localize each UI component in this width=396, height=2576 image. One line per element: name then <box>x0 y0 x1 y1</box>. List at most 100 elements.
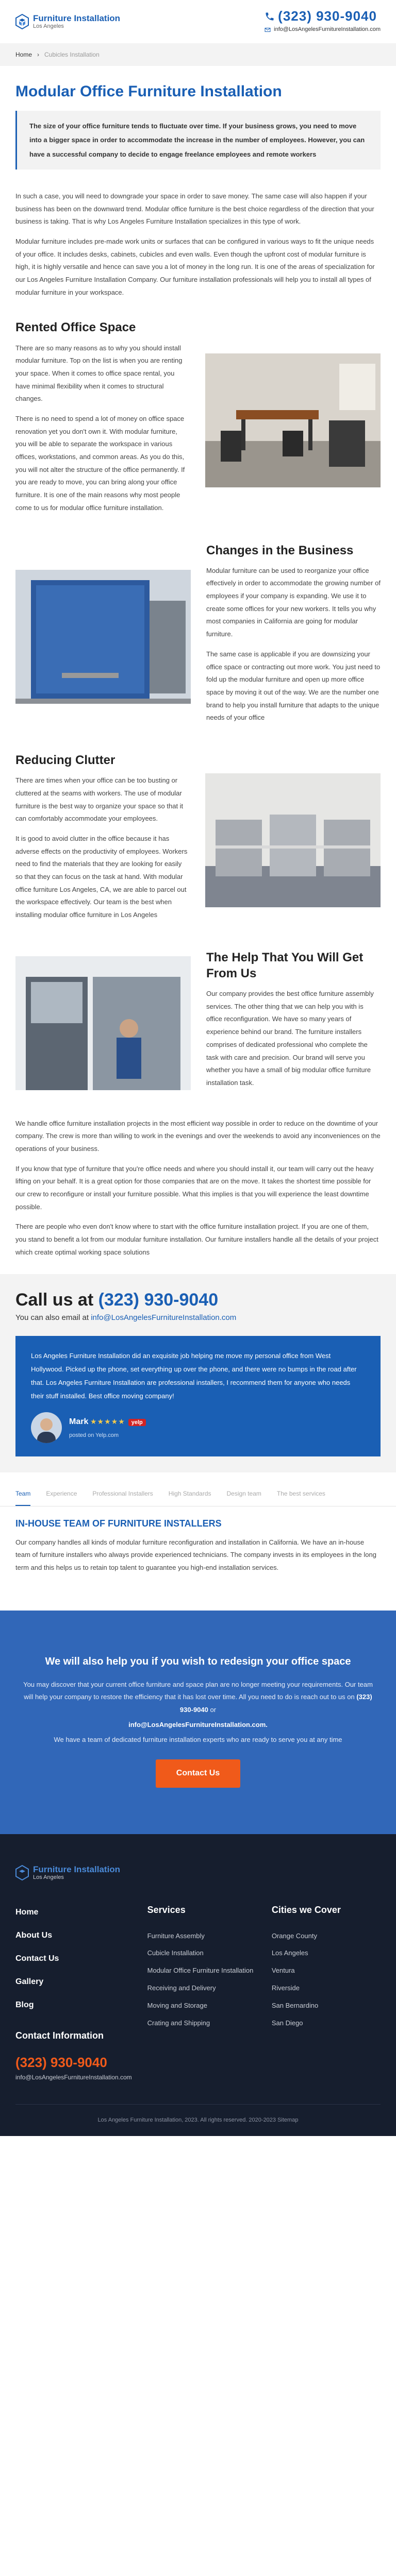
section-business-changes: Changes in the Business Modular furnitur… <box>15 543 381 732</box>
team-title: IN-HOUSE TEAM OF FURNITURE INSTALLERS <box>15 1518 222 1529</box>
tab-high-standards[interactable]: High Standards <box>169 1483 211 1506</box>
call-heading: Call us at (323) 930-9040 <box>15 1290 381 1311</box>
feature-tabs: Team Experience Professional Installers … <box>0 1483 396 1506</box>
breadcrumb-home[interactable]: Home <box>15 49 32 61</box>
redesign-text: You may discover that your current offic… <box>21 1679 375 1717</box>
section-paragraph: The same case is applicable if you are d… <box>206 650 381 722</box>
logo-icon <box>15 1865 29 1881</box>
footer-link-about[interactable]: About Us <box>15 1924 132 1947</box>
section-paragraph: Modular furniture can be used to reorgan… <box>206 566 381 638</box>
phone-icon <box>266 12 274 21</box>
footer-logo[interactable]: Furniture Installation Los Angeles <box>15 1865 381 1881</box>
footer-main-links: Home About Us Contact Us Gallery Blog Co… <box>15 1901 132 2083</box>
logo-subtitle: Los Angeles <box>33 23 64 30</box>
tab-panel-team: IN-HOUSE TEAM OF FURNITURE INSTALLERS Ou… <box>0 1515 396 1574</box>
redesign-title: We will also help you if you wish to red… <box>45 1655 351 1667</box>
section-rented-office: Rented Office Space There are so many re… <box>15 319 381 521</box>
footer-cities: Cities we Cover Orange County Los Angele… <box>272 1901 381 2083</box>
tab-best-services[interactable]: The best services <box>277 1483 325 1506</box>
header-phone[interactable]: (323) 930-9040 <box>265 8 381 24</box>
intro-highlight: The size of your office furniture tends … <box>15 111 381 170</box>
help-paragraph: There are people who even don't know whe… <box>15 1223 378 1256</box>
footer-link-gallery[interactable]: Gallery <box>15 1971 132 1994</box>
yelp-logo: yelp <box>128 1419 146 1427</box>
breadcrumb-current: Cubicles Installation <box>44 50 100 58</box>
page-title: Modular Office Furniture Installation <box>15 83 282 100</box>
avatar <box>31 1412 62 1443</box>
site-footer: Furniture Installation Los Angeles Home … <box>0 1834 396 2136</box>
footer-link-blog[interactable]: Blog <box>15 1994 132 2017</box>
contact-us-button[interactable]: Contact Us <box>155 1759 241 1788</box>
section-title: The Help That You Will Get From Us <box>206 950 364 980</box>
footer-service-link[interactable]: Crating and Shipping <box>147 2014 256 2032</box>
breadcrumb: Home › Cubicles Installation <box>0 43 396 66</box>
redesign-p3: We have a team of dedicated furniture in… <box>54 1735 342 1743</box>
intro-paragraph: In such a case, you will need to downgra… <box>15 192 374 226</box>
footer-city-link[interactable]: Orange County <box>272 1927 381 1945</box>
header-phone-text: (323) 930-9040 <box>278 8 377 24</box>
footer-services: Services Furniture Assembly Cubicle Inst… <box>147 1901 256 2083</box>
call-prefix: Call us at <box>15 1290 94 1310</box>
footer-link-home[interactable]: Home <box>15 1901 132 1924</box>
footer-city-link[interactable]: Ventura <box>272 1962 381 1979</box>
section-paragraph: There are times when your office can be … <box>15 776 184 823</box>
footer-logo-title: Furniture Installation <box>33 1864 121 1874</box>
help-paragraph: If you know that type of furniture that … <box>15 1164 374 1211</box>
footer-services-title: Services <box>147 1905 186 1916</box>
footer-service-link[interactable]: Modular Office Furniture Installation <box>147 1962 256 1979</box>
office-partition-photo <box>15 570 191 704</box>
call-phone[interactable]: (323) 930-9040 <box>98 1290 219 1310</box>
call-email[interactable]: info@LosAngelesFurnitureInstallation.com <box>91 1313 236 1322</box>
footer-service-link[interactable]: Moving and Storage <box>147 1997 256 2014</box>
site-header: Furniture Installation Los Angeles (323)… <box>0 0 396 43</box>
redesign-email[interactable]: info@LosAngelesFurnitureInstallation.com… <box>21 1719 375 1732</box>
call-banner: Call us at (323) 930-9040 You can also e… <box>0 1274 396 1336</box>
call-email-line: You can also email at info@LosAngelesFur… <box>15 1311 381 1326</box>
redesign-banner: We will also help you if you wish to red… <box>0 1610 396 1834</box>
reviewer: Mark ★★★★★ yelp posted on Yelp.com <box>31 1412 365 1443</box>
tab-design-team[interactable]: Design team <box>227 1483 261 1506</box>
copyright: Los Angeles Furniture Installation, 2023… <box>15 2104 381 2126</box>
testimonial-card: Los Angeles Furniture Installation did a… <box>15 1335 381 1456</box>
header-email[interactable]: info@LosAngelesFurnitureInstallation.com <box>265 24 381 35</box>
footer-city-link[interactable]: San Bernardino <box>272 1997 381 2014</box>
intro-paragraph: Modular furniture includes pre-made work… <box>15 237 375 296</box>
footer-service-link[interactable]: Receiving and Delivery <box>147 1979 256 1997</box>
section-paragraph: There are so many reasons as to why you … <box>15 344 183 403</box>
help-paragraph: We handle office furniture installation … <box>15 1119 381 1153</box>
logo-title: Furniture Installation <box>33 13 121 23</box>
header-email-text: info@LosAngelesFurnitureInstallation.com <box>274 26 381 33</box>
section-reducing-clutter: Reducing Clutter There are times when yo… <box>15 752 381 929</box>
redesign-or: or <box>210 1706 217 1714</box>
footer-city-link[interactable]: Riverside <box>272 1979 381 1997</box>
section-paragraph: It is good to avoid clutter in the offic… <box>15 834 188 919</box>
main-content: Modular Office Furniture Installation Th… <box>0 81 396 1259</box>
tab-professional-installers[interactable]: Professional Installers <box>92 1483 153 1506</box>
footer-service-link[interactable]: Furniture Assembly <box>147 1927 256 1945</box>
section-title: Reducing Clutter <box>15 753 116 767</box>
footer-link-contact[interactable]: Contact Us <box>15 1947 132 1971</box>
site-logo[interactable]: Furniture Installation Los Angeles <box>15 13 121 30</box>
team-text: Our company handles all kinds of modular… <box>15 1538 376 1572</box>
rating-stars: ★★★★★ <box>90 1417 125 1426</box>
tab-team[interactable]: Team <box>15 1483 31 1506</box>
footer-email[interactable]: info@LosAngelesFurnitureInstallation.com <box>15 2072 132 2083</box>
call-email-prefix: You can also email at <box>15 1313 89 1323</box>
cubicles-photo <box>205 773 381 908</box>
footer-service-link[interactable]: Cubicle Installation <box>147 1944 256 1962</box>
envelope-icon <box>265 27 271 32</box>
logo-icon <box>15 14 29 29</box>
footer-contact-title: Contact Information <box>15 2030 104 2041</box>
section-title: Changes in the Business <box>206 543 354 557</box>
footer-logo-subtitle: Los Angeles <box>33 1874 64 1881</box>
section-title: Rented Office Space <box>15 320 136 335</box>
footer-cities-title: Cities we Cover <box>271 1905 341 1916</box>
section-paragraph: There is no need to spend a lot of money… <box>15 415 185 512</box>
footer-phone[interactable]: (323) 930-9040 <box>15 2053 132 2072</box>
tab-experience[interactable]: Experience <box>46 1483 77 1506</box>
footer-city-link[interactable]: Los Angeles <box>272 1944 381 1962</box>
redesign-p1: You may discover that your current offic… <box>23 1680 373 1701</box>
footer-city-link[interactable]: San Diego <box>272 2014 381 2032</box>
review-source[interactable]: posted on Yelp.com <box>69 1430 146 1441</box>
office-desk-photo <box>205 353 381 488</box>
